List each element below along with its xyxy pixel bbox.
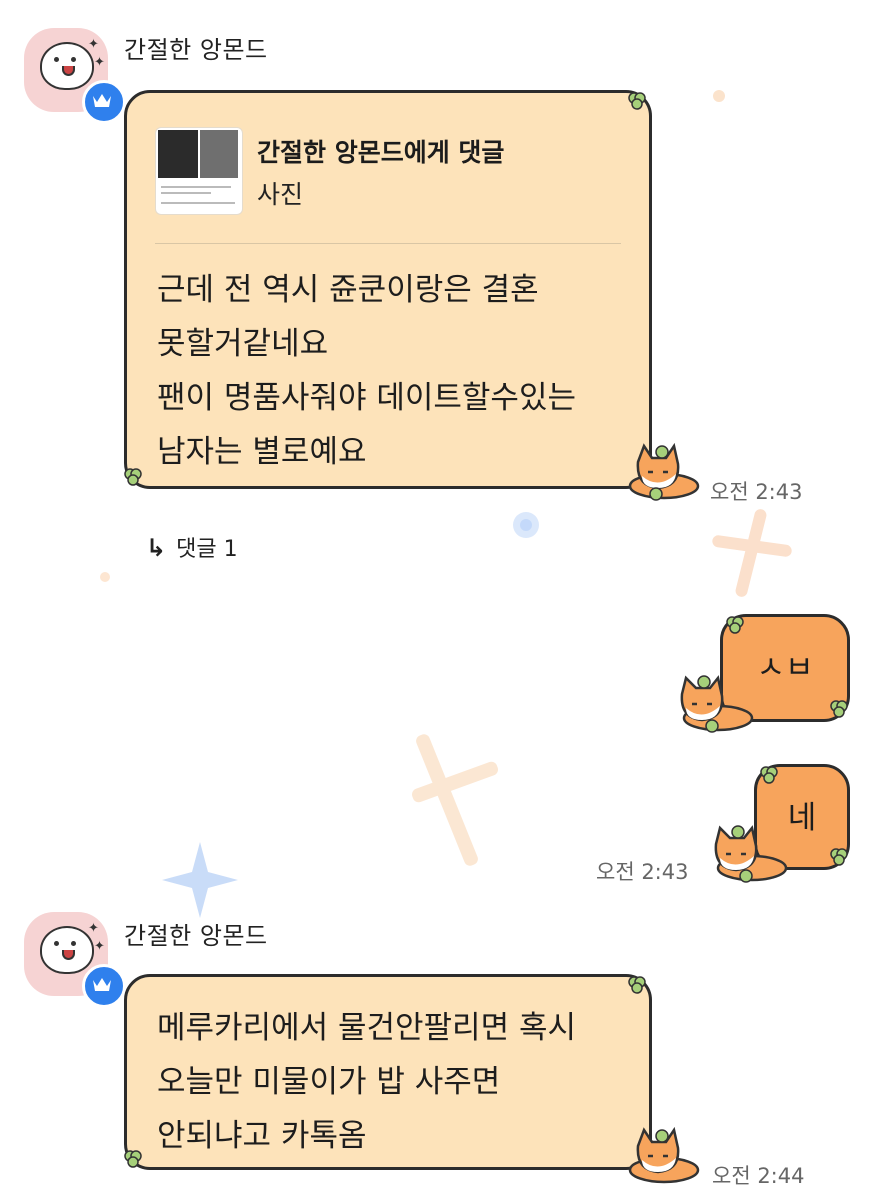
clover-leaf-icon bbox=[726, 616, 744, 634]
message-time: 오전 2:43 bbox=[596, 860, 689, 884]
crown-icon bbox=[82, 80, 126, 124]
clover-leaf-icon bbox=[628, 92, 646, 110]
message-bubble[interactable]: 간절한 앙몬드에게 댓글 사진 근데 전 역시 쥰쿤이랑은 결혼 못할거같네요 … bbox=[124, 90, 652, 489]
quoted-message[interactable]: 간절한 앙몬드에게 댓글 사진 bbox=[155, 127, 621, 244]
avatar-face-icon bbox=[40, 926, 94, 974]
fox-sticker-icon bbox=[628, 1126, 700, 1184]
avatar[interactable]: ✦ ✦ bbox=[24, 912, 126, 1008]
message-time: 오전 2:44 bbox=[712, 1164, 805, 1188]
quote-title: 간절한 앙몬드에게 댓글 bbox=[257, 138, 505, 167]
clover-leaf-icon bbox=[124, 468, 142, 486]
reply-arrow-icon: ↳ bbox=[146, 534, 167, 562]
message-text: 메루카리에서 물건안팔리면 혹시 오늘만 미물이가 밥 사주면 안되냐고 카톡옴 bbox=[157, 1010, 576, 1154]
message-time: 오전 2:43 bbox=[710, 480, 803, 504]
clover-leaf-icon bbox=[124, 1150, 142, 1168]
clover-leaf-icon bbox=[628, 976, 646, 994]
clover-leaf-icon bbox=[830, 848, 848, 866]
clover-leaf-icon bbox=[830, 700, 848, 718]
fox-sticker-icon bbox=[628, 442, 700, 501]
crown-icon bbox=[82, 964, 126, 1008]
quote-type: 사진 bbox=[257, 180, 304, 209]
avatar[interactable]: ✦ ✦ bbox=[24, 28, 126, 124]
clover-leaf-icon bbox=[760, 766, 778, 784]
avatar-face-icon bbox=[40, 42, 94, 90]
quote-thumbnail bbox=[155, 127, 243, 215]
fox-sticker-icon bbox=[714, 825, 788, 883]
sender-name: 간절한 앙몬드 bbox=[124, 922, 268, 950]
sender-name: 간절한 앙몬드 bbox=[124, 36, 268, 64]
fox-sticker-icon bbox=[680, 675, 754, 733]
message-bubble[interactable]: 메루카리에서 물건안팔리면 혹시 오늘만 미물이가 밥 사주면 안되냐고 카톡옴 bbox=[124, 974, 652, 1170]
message-text: 근데 전 역시 쥰쿤이랑은 결혼 못할거같네요 팬이 명품사줘야 데이트할수있는… bbox=[157, 272, 576, 470]
reply-count-link[interactable]: ↳ 댓글 1 bbox=[146, 531, 238, 563]
reply-count-label: 댓글 1 bbox=[176, 537, 238, 562]
